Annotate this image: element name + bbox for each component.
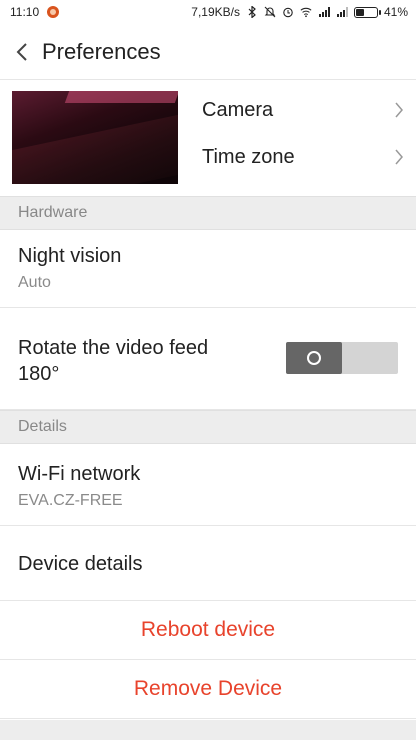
status-icons: 7,19KB/s 41%: [191, 5, 408, 19]
night-vision-title: Night vision: [18, 245, 122, 267]
network-speed: 7,19KB/s: [191, 5, 240, 19]
rotate-video-toggle[interactable]: [286, 342, 398, 374]
remove-device-button[interactable]: Remove Device: [0, 660, 416, 719]
mute-icon: [264, 6, 276, 18]
wifi-icon: [300, 7, 312, 18]
battery-percent: 41%: [383, 5, 408, 19]
signal-icon: [318, 7, 330, 17]
camera-menu-item[interactable]: Camera: [190, 87, 416, 133]
device-details-title: Device details: [18, 553, 143, 575]
bluetooth-icon: [248, 6, 256, 18]
rotate-video-row: Rotate the video feed 180°: [0, 308, 416, 410]
device-details-row[interactable]: Device details: [0, 526, 416, 601]
rotate-title-line1: Rotate the video feed: [18, 337, 209, 359]
alarm-icon: [283, 7, 293, 18]
time-zone-menu-item[interactable]: Time zone: [190, 134, 416, 180]
wifi-network-value: EVA.CZ-FREE: [18, 492, 123, 509]
chevron-right-icon: [395, 149, 403, 165]
app-notification-icon: [47, 6, 60, 18]
time-zone-label: Time zone: [202, 145, 295, 168]
reboot-device-button[interactable]: Reboot device: [0, 601, 416, 660]
section-header-details: Details: [0, 410, 416, 444]
app-header: Preferences: [0, 24, 416, 80]
battery-fill: [355, 8, 364, 16]
status-time: 11:10: [10, 5, 40, 19]
wifi-network-row[interactable]: Wi-Fi network EVA.CZ-FREE: [0, 444, 416, 526]
chevron-right-icon: [395, 102, 403, 118]
page-title: Preferences: [42, 38, 161, 64]
battery-icon: [353, 6, 381, 18]
bottom-spacer: [0, 720, 416, 740]
toggle-knob: [286, 342, 342, 374]
rotate-title-line2: 180°: [18, 363, 60, 385]
toggle-off-icon: [307, 351, 321, 365]
camera-preview-block: Camera Time zone: [0, 80, 416, 196]
chevron-left-icon: [16, 42, 27, 61]
camera-label: Camera: [202, 98, 274, 121]
signal-icon: [336, 7, 348, 17]
wifi-network-title: Wi-Fi network: [18, 463, 141, 485]
night-vision-row[interactable]: Night vision Auto: [0, 230, 416, 308]
night-vision-value: Auto: [18, 274, 51, 291]
camera-thumbnail[interactable]: [12, 91, 178, 184]
back-button[interactable]: [2, 24, 42, 80]
status-bar: 11:10 7,19KB/s 41%: [0, 0, 416, 24]
section-header-hardware: Hardware: [0, 196, 416, 230]
